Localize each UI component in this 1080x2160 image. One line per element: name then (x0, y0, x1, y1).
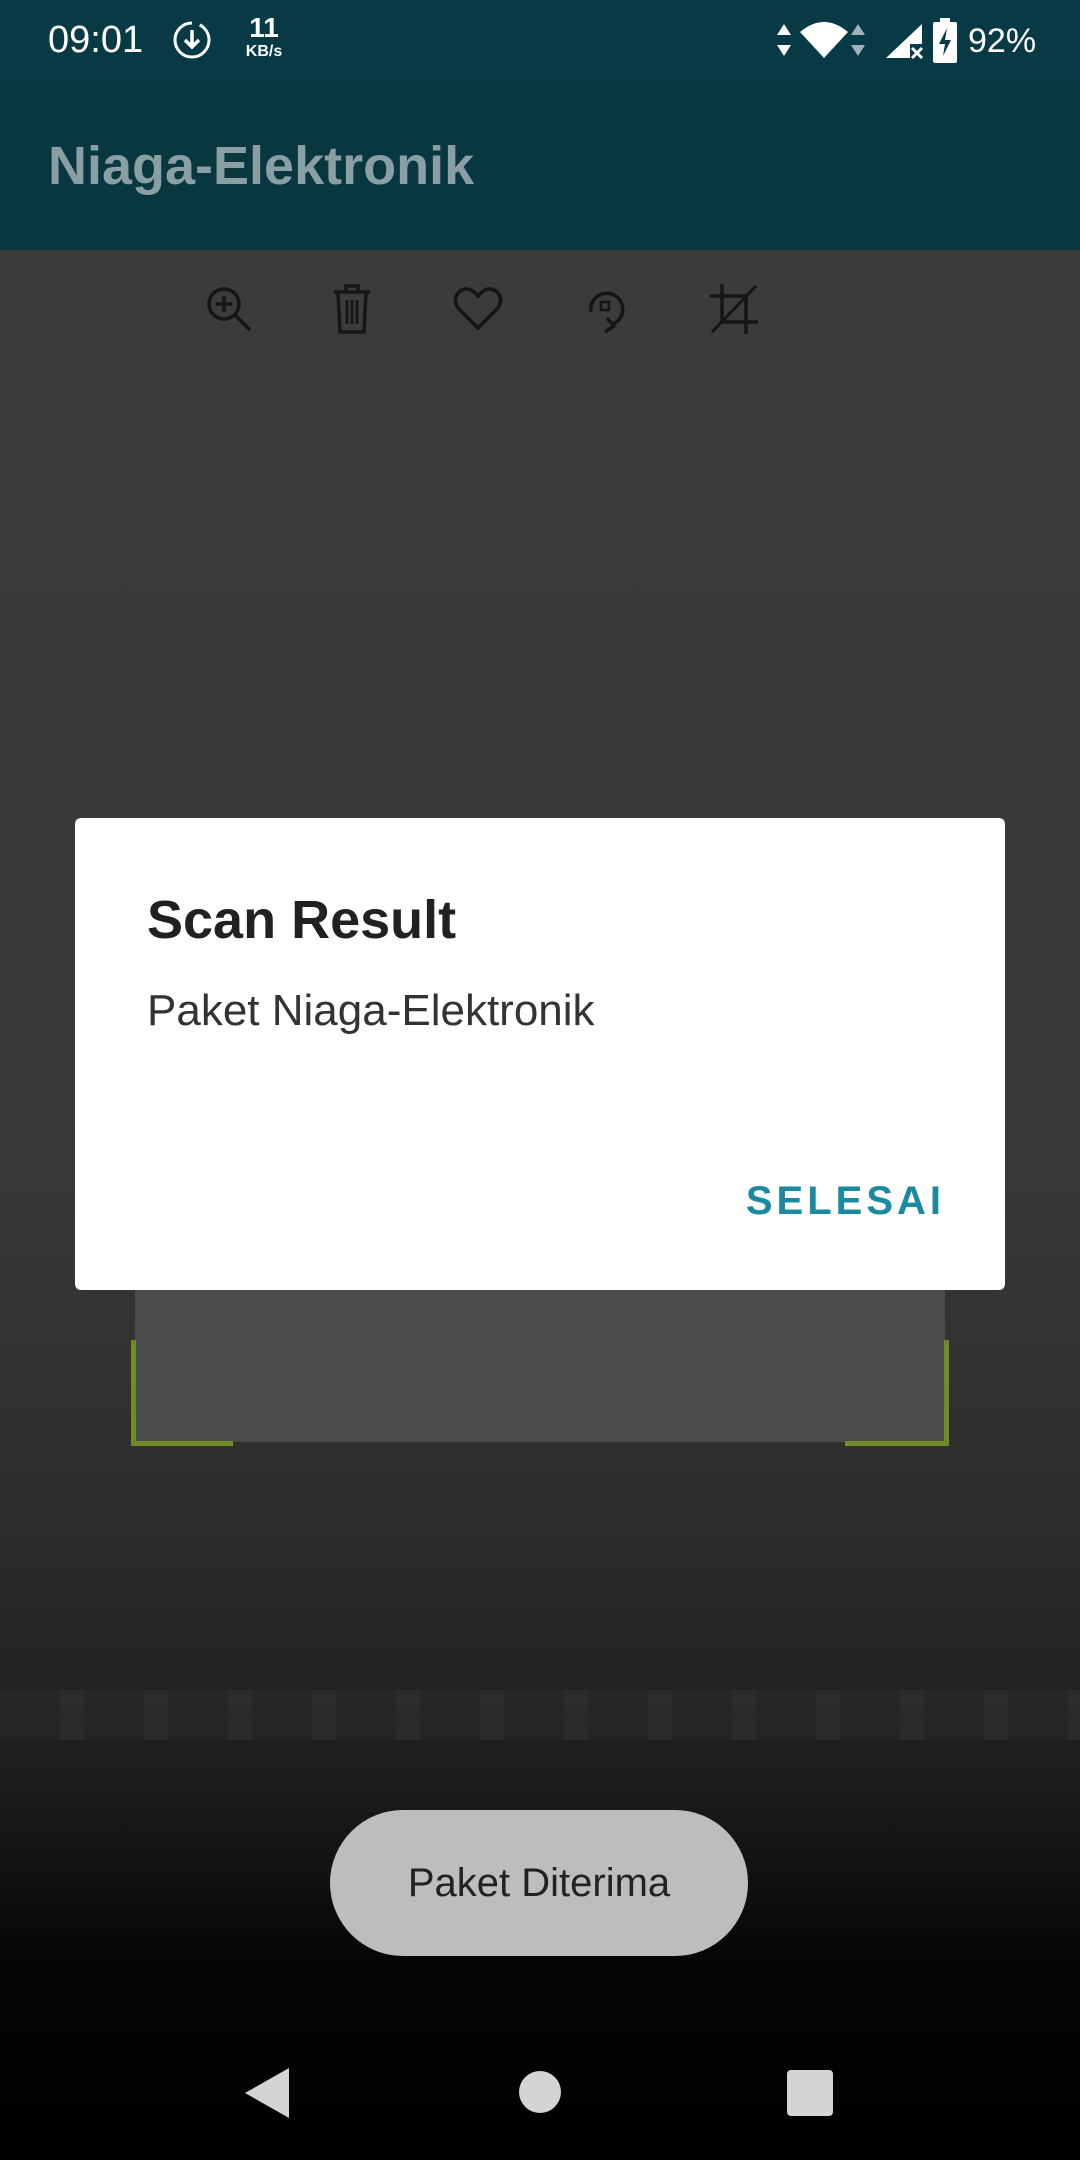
network-speed-unit: KB/s (245, 43, 283, 60)
camera-toolbar (0, 278, 1080, 338)
camera-background-detail (0, 1690, 1080, 1740)
heart-icon[interactable] (450, 278, 506, 338)
crop-off-icon[interactable] (706, 278, 762, 338)
zoom-in-icon[interactable] (200, 278, 256, 338)
toast-message: Paket Diterima (330, 1810, 748, 1956)
data-arrows-icon (777, 24, 791, 56)
selesai-button[interactable]: SELESAI (746, 1176, 945, 1226)
network-speed: 11 KB/s (234, 14, 294, 60)
app-bar: Niaga-Elektronik (0, 82, 1080, 250)
trash-icon[interactable] (324, 278, 380, 338)
home-icon[interactable] (518, 2070, 562, 2114)
status-bar: 09:01 11 KB/s 92% (0, 0, 1080, 82)
back-icon[interactable] (243, 2066, 291, 2120)
scan-result-dialog: Scan Result Paket Niaga-Elektronik SELES… (75, 818, 1005, 1290)
download-icon (173, 21, 211, 59)
scan-corner-bottom-left (131, 1340, 233, 1446)
wifi-icon (800, 22, 848, 58)
dialog-message: Paket Niaga-Elektronik (147, 986, 595, 1035)
scan-window (135, 1290, 945, 1442)
wifi-data-arrows-icon (851, 24, 865, 56)
dialog-title: Scan Result (147, 890, 457, 950)
rotate-icon[interactable] (577, 278, 633, 338)
status-time: 09:01 (48, 19, 144, 61)
battery-charging-icon (933, 18, 957, 63)
signal-icon (886, 24, 924, 60)
app-title: Niaga-Elektronik (48, 136, 475, 196)
network-speed-value: 11 (249, 12, 279, 43)
recents-icon[interactable] (787, 2070, 833, 2116)
scan-corner-bottom-right (845, 1340, 949, 1446)
battery-percent: 92% (968, 22, 1037, 60)
